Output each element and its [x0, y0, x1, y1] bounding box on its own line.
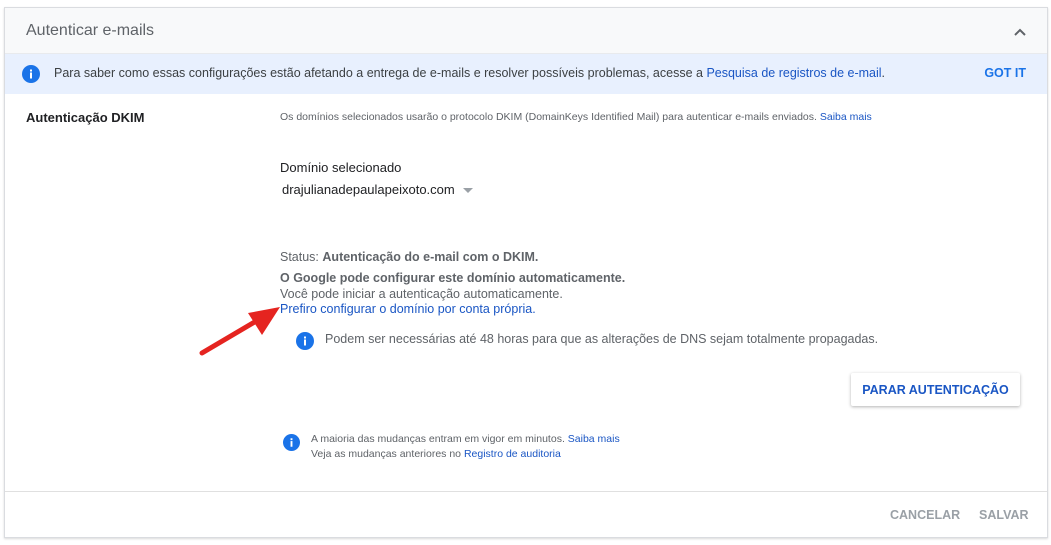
learn-more-link[interactable]: Saiba mais: [568, 433, 620, 445]
changes-note-line1: A maioria das mudanças entram em vigor e…: [311, 433, 620, 445]
save-button[interactable]: SALVAR: [979, 508, 1029, 522]
info-icon: [283, 434, 300, 451]
cancel-button[interactable]: CANCELAR: [890, 508, 960, 522]
stop-authentication-button[interactable]: PARAR AUTENTICAÇÃO: [851, 373, 1020, 406]
info-banner: Para saber como essas configurações estã…: [5, 54, 1047, 94]
red-arrow-annotation: [199, 307, 280, 356]
info-icon: [22, 65, 40, 83]
domain-value: drajulianadepaulapeixoto.com: [282, 182, 455, 197]
footer-divider: [5, 491, 1047, 492]
audit-log-link[interactable]: Registro de auditoria: [464, 448, 561, 460]
dropdown-arrow-icon: [462, 188, 473, 194]
learn-more-link[interactable]: Saiba mais: [820, 111, 872, 123]
status-text: Status: Autenticação do e-mail com o DKI…: [280, 250, 539, 264]
domain-dropdown[interactable]: drajulianadepaulapeixoto.com: [282, 182, 473, 197]
status-value: Autenticação do e-mail com o DKIM.: [322, 250, 539, 264]
email-log-search-link[interactable]: Pesquisa de registros de e-mail: [706, 66, 881, 80]
chevron-up-icon[interactable]: [1013, 25, 1027, 39]
dns-propagation-note: Podem ser necessárias até 48 horas para …: [325, 332, 879, 346]
configure-own-link[interactable]: Prefiro configurar o domínio por conta p…: [280, 302, 536, 316]
authenticate-email-card: Autenticar e-mails Para saber como essas…: [4, 7, 1048, 538]
got-it-button[interactable]: GOT IT: [984, 66, 1026, 80]
changes-note-line2: Veja as mudanças anteriores no Registro …: [311, 448, 561, 460]
card-title: Autenticar e-mails: [26, 22, 155, 39]
banner-text: Para saber como essas configurações estã…: [54, 66, 886, 80]
auto-config-subtitle: Você pode iniciar a autenticação automat…: [280, 287, 563, 301]
info-icon: [296, 332, 314, 350]
dkim-description: Os domínios selecionados usarão o protoc…: [280, 111, 872, 123]
card-header[interactable]: Autenticar e-mails: [5, 8, 1047, 54]
selected-domain-label: Domínio selecionado: [280, 160, 402, 175]
auto-config-title: O Google pode configurar este domínio au…: [280, 271, 626, 285]
dkim-section-label: Autenticação DKIM: [26, 110, 145, 125]
